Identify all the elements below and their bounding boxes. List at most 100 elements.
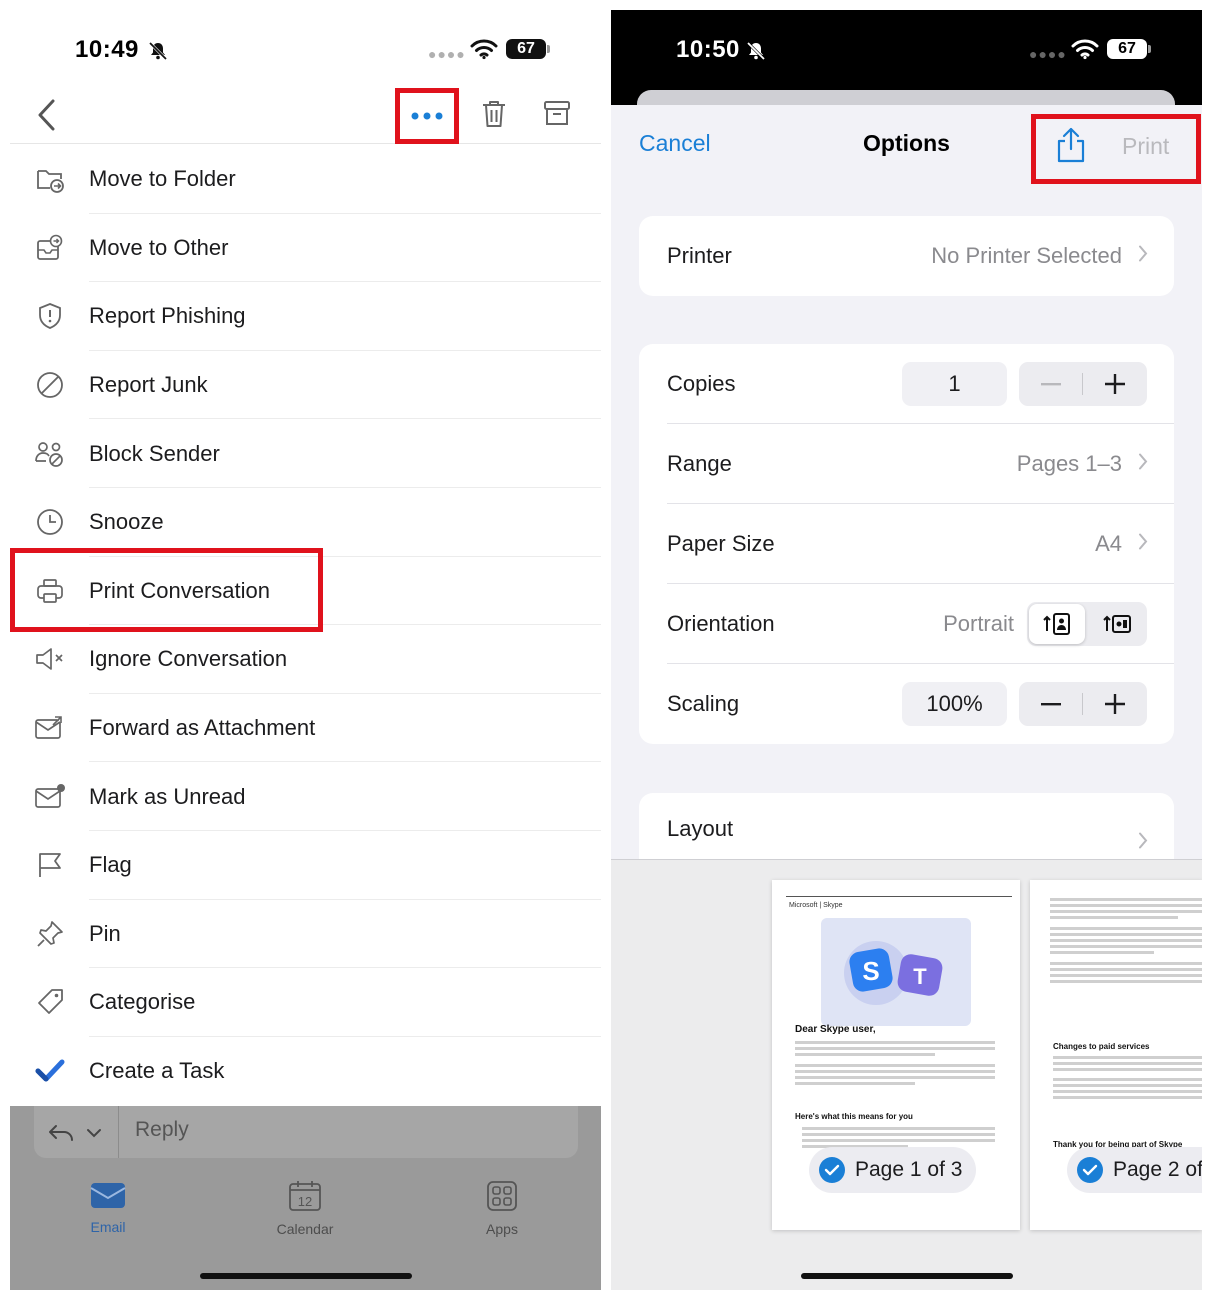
menu-item-report-phishing[interactable]: Report Phishing [10, 282, 601, 351]
menu-item-ignore-conversation[interactable]: Ignore Conversation [10, 625, 601, 694]
tab-calendar[interactable]: 12 Calendar [255, 1180, 355, 1237]
printer-group: Printer No Printer Selected [639, 216, 1174, 296]
menu-item-report-junk[interactable]: Report Junk [10, 351, 601, 420]
print-settings-group: Copies 1 Range Pages 1–3 Paper Size A4 O… [639, 344, 1174, 744]
chevron-right-icon [1138, 533, 1148, 556]
menu-item-snooze[interactable]: Snooze [10, 488, 601, 557]
menu-item-categorise[interactable]: Categorise [10, 968, 601, 1037]
apps-grid-icon [487, 1181, 517, 1211]
minus-icon[interactable] [1019, 362, 1083, 406]
printer-row[interactable]: Printer No Printer Selected [639, 216, 1174, 296]
menu-item-forward-as-attachment[interactable]: Forward as Attachment [10, 694, 601, 763]
scaling-label: Scaling [667, 691, 740, 716]
landscape-icon[interactable] [1089, 604, 1145, 644]
folder-move-icon [34, 163, 66, 195]
brand-label: Microsoft | Skype [789, 902, 843, 909]
tab-apps[interactable]: Apps [452, 1180, 552, 1237]
calendar-icon: 12 [289, 1181, 321, 1211]
scaling-stepper [1019, 682, 1147, 726]
battery-indicator: 67 [506, 39, 550, 59]
menu-item-mark-as-unread[interactable]: Mark as Unread [10, 762, 601, 831]
paper-size-label: Paper Size [667, 531, 775, 556]
ellipsis-icon [411, 112, 443, 120]
calendar-day: 12 [298, 1194, 312, 1209]
menu-item-block-sender[interactable]: Block Sender [10, 419, 601, 488]
back-chevron-icon[interactable] [36, 98, 58, 137]
print-button[interactable]: Print [1122, 133, 1169, 160]
page-badge-2: Page 2 of 3 [1067, 1147, 1202, 1193]
menu-item-label: Categorise [89, 989, 196, 1015]
move-other-icon [34, 232, 66, 264]
reply-bar[interactable]: Reply [34, 1106, 578, 1158]
pin-icon [34, 918, 66, 950]
wifi-icon [470, 38, 498, 65]
signal-icon: ●●●● [1029, 46, 1067, 62]
menu-item-label: Snooze [89, 509, 164, 535]
shield-icon [34, 300, 66, 332]
menu-item-move-to-folder[interactable]: Move to Folder [10, 145, 601, 214]
reply-label: Reply [135, 1118, 189, 1141]
skype-teams-illustration: ST [821, 918, 971, 1026]
block-sender-icon [34, 438, 66, 470]
plus-icon[interactable] [1083, 362, 1147, 406]
menu-item-move-to-other[interactable]: Move to Other [10, 214, 601, 283]
menu-item-label: Ignore Conversation [89, 646, 288, 672]
orientation-row: Orientation Portrait [639, 584, 1174, 664]
tab-label: Apps [486, 1221, 518, 1237]
checkmark-icon[interactable] [819, 1157, 845, 1183]
range-row[interactable]: Range Pages 1–3 [639, 424, 1174, 504]
menu-item-label: Report Phishing [89, 303, 246, 329]
status-bar: 10:49 ●●●● 67 [10, 10, 601, 90]
tab-email[interactable]: Email [58, 1180, 158, 1235]
clock-icon [34, 506, 66, 538]
paper-size-row[interactable]: Paper Size A4 [639, 504, 1174, 584]
status-time: 10:50 [676, 36, 740, 63]
page-badge-label: Page 2 of 3 [1113, 1158, 1202, 1181]
scaling-row: Scaling 100% [639, 664, 1174, 744]
page-badge-1: Page 1 of 3 [809, 1147, 977, 1193]
copies-row: Copies 1 [639, 344, 1174, 424]
menu-item-label: Flag [89, 852, 132, 878]
share-print-highlight: Print [1031, 114, 1201, 184]
flag-icon [34, 849, 66, 881]
home-indicator [800, 1273, 1013, 1279]
layout-label: Layout [667, 816, 734, 841]
menu-item-pin[interactable]: Pin [10, 900, 601, 969]
copies-field[interactable]: 1 [902, 362, 1007, 406]
plus-icon[interactable] [1083, 682, 1147, 726]
page-badge-label: Page 1 of 3 [855, 1158, 963, 1181]
archive-icon[interactable] [543, 98, 571, 133]
menu-item-label: Move to Other [89, 234, 229, 260]
section-heading: Here's what this means for you [795, 1112, 913, 1121]
portrait-icon[interactable] [1029, 604, 1085, 644]
menu-item-create-a-task[interactable]: Create a Task [10, 1037, 601, 1106]
tab-label: Email [90, 1219, 126, 1235]
menu-item-label: Block Sender [89, 440, 220, 466]
chevron-right-icon [1138, 245, 1148, 268]
chevron-right-icon [1138, 453, 1148, 476]
menu-item-label: Mark as Unread [89, 783, 246, 809]
body-text-lines [1050, 898, 1202, 986]
menu-item-label: Create a Task [89, 1058, 225, 1084]
bottom-tab-bar: Email 12 Calendar Apps [10, 1180, 601, 1250]
copies-stepper [1019, 362, 1147, 406]
orientation-label: Orientation [667, 611, 775, 636]
trash-icon[interactable] [480, 98, 508, 135]
menu-item-label: Report Junk [89, 372, 208, 398]
menu-item-label: Forward as Attachment [89, 715, 316, 741]
print-options-screen: 10:50 ●●●● 67 Cancel Options Print Print… [611, 10, 1202, 1290]
share-icon[interactable] [1056, 127, 1086, 168]
range-value: Pages 1–3 [1016, 451, 1122, 476]
more-options-button[interactable] [395, 88, 459, 144]
wifi-icon [1071, 38, 1099, 65]
menu-item-label: Pin [89, 920, 121, 946]
reply-arrow-icon[interactable] [46, 1118, 106, 1151]
svg-text:T: T [913, 964, 927, 989]
minus-icon[interactable] [1019, 682, 1083, 726]
menu-item-flag[interactable]: Flag [10, 831, 601, 900]
checkmark-icon[interactable] [1077, 1157, 1103, 1183]
silent-bell-icon [147, 40, 169, 67]
body-text-lines [795, 1041, 995, 1088]
print-preview-area: Microsoft | Skype ST Dear Skype user, He… [611, 859, 1202, 1290]
scaling-field[interactable]: 100% [902, 682, 1007, 726]
